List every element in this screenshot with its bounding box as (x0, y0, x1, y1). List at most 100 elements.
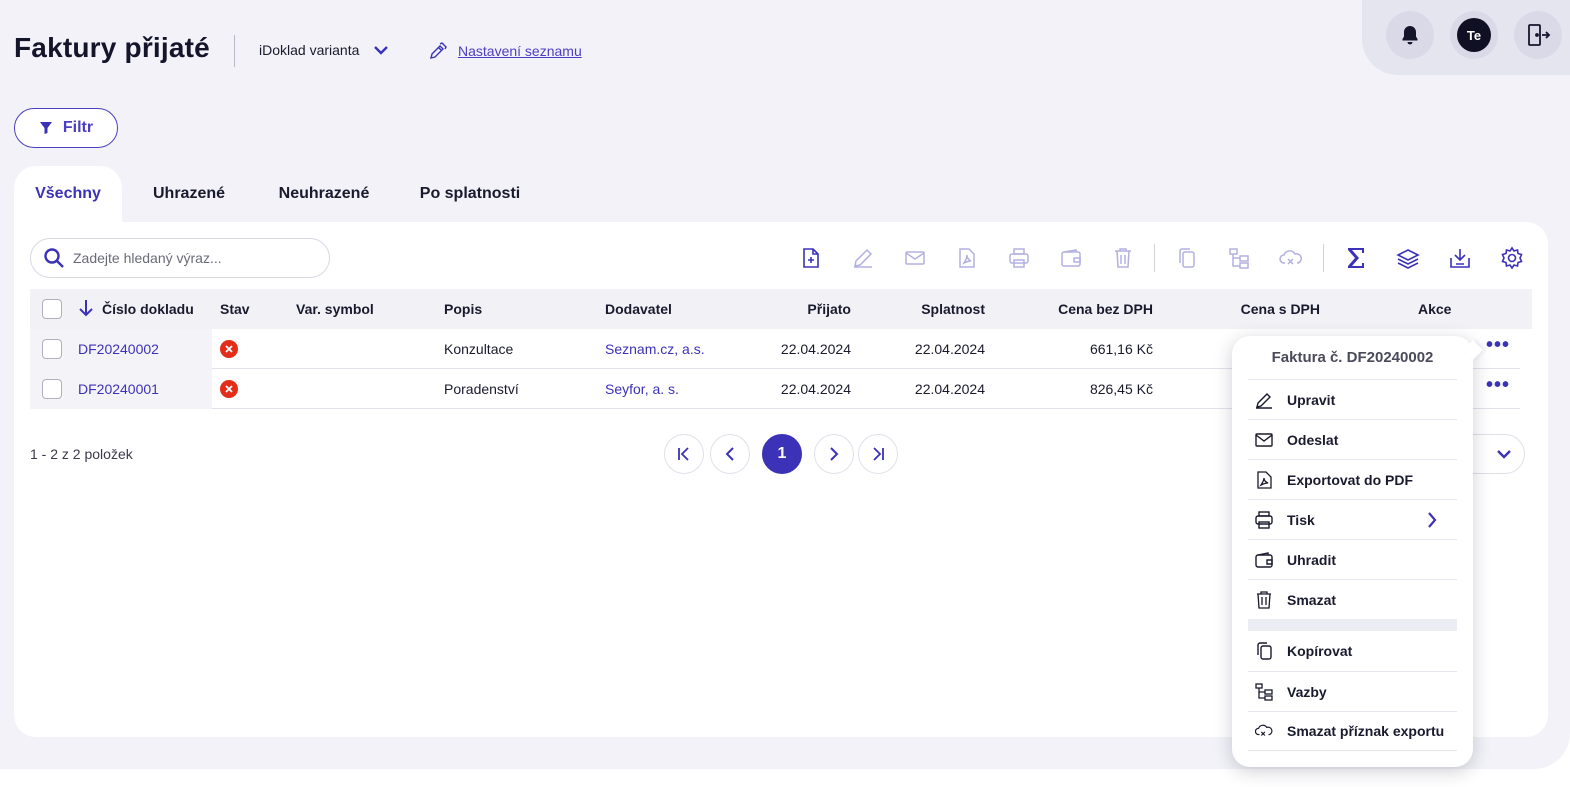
layers-button[interactable] (1394, 244, 1422, 272)
column-header-price-net[interactable]: Cena bez DPH (1020, 301, 1153, 317)
pencil-icon (1255, 391, 1273, 409)
copy-icon (1255, 642, 1273, 660)
search-input[interactable] (73, 250, 313, 266)
delete-button[interactable] (1109, 244, 1137, 272)
download-button[interactable] (1446, 244, 1474, 272)
cloud-x-icon (1279, 250, 1302, 265)
search-icon (44, 248, 64, 268)
settings-button[interactable] (1498, 244, 1526, 272)
tab-uhrazene[interactable]: Uhrazené (136, 166, 242, 222)
column-header-due[interactable]: Splatnost (894, 301, 985, 317)
copy-button[interactable] (1173, 244, 1201, 272)
menu-item-label: Upravit (1287, 391, 1336, 408)
menu-item-relations[interactable]: Vazby (1248, 671, 1457, 711)
menu-item-export-pdf[interactable]: Exportovat do PDF (1248, 459, 1457, 499)
price-net-cell: 826,45 Kč (1089, 381, 1153, 397)
pdf-icon (1255, 470, 1273, 489)
menu-item-pay[interactable]: Uhradit (1248, 539, 1457, 579)
menu-item-label: Vazby (1287, 683, 1327, 700)
trash-icon (1115, 248, 1131, 268)
sum-button[interactable] (1342, 244, 1370, 272)
printer-icon (1255, 510, 1273, 529)
menu-item-label: Exportovat do PDF (1287, 471, 1414, 488)
cloud-x-icon (1255, 722, 1273, 740)
list-settings-link[interactable]: Nastavení seznamu (428, 41, 582, 61)
description-cell: Poradenství (444, 381, 519, 397)
tree-icon (1229, 248, 1249, 269)
filter-button[interactable]: Filtr (14, 108, 118, 148)
column-header-status[interactable]: Stav (220, 301, 250, 317)
first-page-button[interactable] (664, 434, 704, 474)
next-page-button[interactable] (814, 434, 854, 474)
column-header-supplier[interactable]: Dodavatel (605, 301, 672, 317)
row-checkbox[interactable] (42, 339, 62, 359)
row-checkbox[interactable] (42, 379, 62, 399)
supplier-link[interactable]: Seyfor, a. s. (605, 381, 679, 397)
filter-label: Filtr (62, 119, 94, 136)
layers-icon (1396, 249, 1420, 269)
trash-icon (1255, 590, 1273, 609)
variant-selector[interactable]: iDoklad varianta (259, 42, 389, 58)
document-number-link[interactable]: DF20240002 (78, 341, 159, 357)
menu-item-send[interactable]: Odeslat (1248, 419, 1457, 459)
pencil-icon (854, 248, 873, 268)
page-button-current[interactable]: 1 (762, 434, 802, 474)
menu-item-label: Odeslat (1287, 431, 1339, 448)
sigma-icon (1348, 248, 1364, 268)
menu-item-edit[interactable]: Upravit (1248, 379, 1457, 419)
menu-item-clear-export-flag[interactable]: Smazat příznak exportu (1248, 711, 1457, 751)
supplier-link[interactable]: Seznam.cz, a.s. (605, 341, 705, 357)
due-date-cell: 22.04.2024 (914, 341, 985, 357)
pay-button[interactable] (1057, 244, 1085, 272)
previous-page-button[interactable] (710, 434, 750, 474)
clear-export-flag-button[interactable] (1277, 244, 1305, 272)
column-header-price-gross[interactable]: Cena s DPH (1190, 301, 1320, 317)
send-button[interactable] (901, 244, 929, 272)
select-all-checkbox[interactable] (42, 299, 62, 319)
tab-neuhrazene[interactable]: Neuhrazené (264, 166, 384, 222)
row-actions-button[interactable]: ••• (1486, 374, 1510, 397)
export-pdf-button[interactable] (953, 244, 981, 272)
menu-item-delete[interactable]: Smazat (1248, 579, 1457, 619)
menu-item-label: Smazat (1287, 591, 1337, 608)
notifications-button[interactable] (1386, 11, 1434, 59)
variant-label: iDoklad varianta (259, 42, 360, 58)
chevron-down-icon (1497, 450, 1511, 459)
document-number-link[interactable]: DF20240001 (78, 381, 159, 397)
relations-button[interactable] (1225, 244, 1253, 272)
pdf-icon (959, 248, 975, 268)
printer-icon (1009, 248, 1029, 268)
chevron-right-icon (830, 447, 839, 461)
page-title: Faktury přijaté (14, 32, 210, 63)
row-actions-button[interactable]: ••• (1486, 334, 1510, 357)
tab-po-splatnosti[interactable]: Po splatnosti (410, 166, 530, 222)
chevron-down-icon (374, 46, 389, 55)
list-settings-label: Nastavení seznamu (458, 43, 582, 59)
search-box[interactable] (30, 238, 330, 278)
copy-icon (1179, 248, 1195, 268)
menu-item-label: Smazat příznak exportu (1287, 723, 1445, 739)
print-button[interactable] (1005, 244, 1033, 272)
new-document-button[interactable] (797, 244, 825, 272)
sort-arrow-down-icon[interactable] (78, 298, 94, 318)
menu-item-copy[interactable]: Kopírovat (1248, 631, 1457, 671)
context-menu-title: Faktura č. DF20240002 (1271, 349, 1434, 366)
column-header-description[interactable]: Popis (444, 301, 482, 317)
last-page-button[interactable] (858, 434, 898, 474)
menu-item-print[interactable]: Tisk (1248, 499, 1457, 539)
wallet-icon (1255, 551, 1273, 569)
brush-icon (430, 42, 447, 59)
status-unpaid-icon (220, 340, 238, 358)
column-header-received[interactable]: Přijato (760, 301, 851, 317)
menu-item-label: Tisk (1287, 511, 1315, 528)
chevron-left-icon (725, 447, 734, 461)
download-icon (1450, 249, 1470, 268)
user-menu-button[interactable]: Te (1450, 11, 1498, 59)
column-header-number[interactable]: Číslo dokladu (102, 301, 194, 317)
tab-vsechny[interactable]: Všechny (14, 166, 122, 222)
logout-button[interactable] (1514, 11, 1562, 59)
last-page-icon (873, 447, 884, 461)
edit-button[interactable] (849, 244, 877, 272)
mail-icon (1255, 431, 1273, 449)
column-header-var-symbol[interactable]: Var. symbol (296, 301, 374, 317)
